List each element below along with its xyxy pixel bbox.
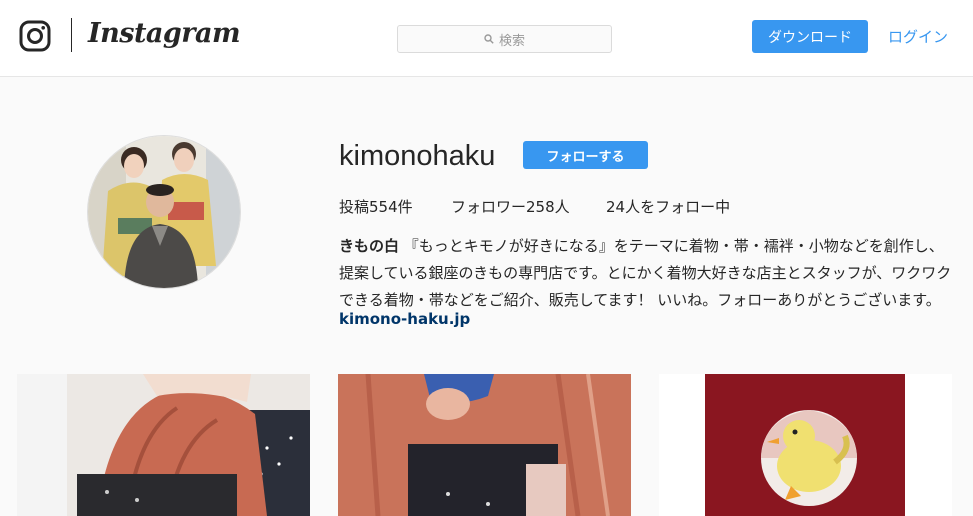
logo-divider [71,18,72,52]
instagram-camera-icon[interactable] [19,20,51,52]
search-input[interactable]: 検索 [397,25,612,53]
profile-bio: きもの白 『もっとキモノが好きになる』をテーマに着物・帯・襦袢・小物などを創作し… [339,233,954,314]
search-icon [484,34,494,44]
login-link[interactable]: ログイン [888,26,948,47]
website-link[interactable]: kimono-haku.jp [339,310,470,328]
post-image [659,374,952,516]
post-thumbnail[interactable] [338,374,631,516]
followers-count[interactable]: フォロワー258人 [451,196,570,217]
avatar-photo [88,136,240,288]
bio-text: 『もっとキモノが好きになる』をテーマに着物・帯・襦袢・小物などを創作し、提案して… [339,237,952,309]
posts-count: 投稿554件 [339,198,413,216]
instagram-wordmark[interactable]: Instagram [88,18,241,49]
following-count[interactable]: 24人をフォロー中 [606,196,730,217]
download-button[interactable]: ダウンロード [752,20,868,53]
bio-display-name: きもの白 [339,237,400,255]
top-navigation-bar: Instagram 検索 ダウンロード ログイン [0,0,973,77]
post-image [17,374,310,516]
post-thumbnail[interactable] [17,374,310,516]
post-image [338,374,631,516]
post-thumbnail[interactable] [659,374,952,516]
follow-button[interactable]: フォローする [523,141,648,169]
profile-username: kimonohaku [339,140,496,172]
profile-avatar[interactable] [87,135,241,289]
search-placeholder: 検索 [498,33,525,49]
